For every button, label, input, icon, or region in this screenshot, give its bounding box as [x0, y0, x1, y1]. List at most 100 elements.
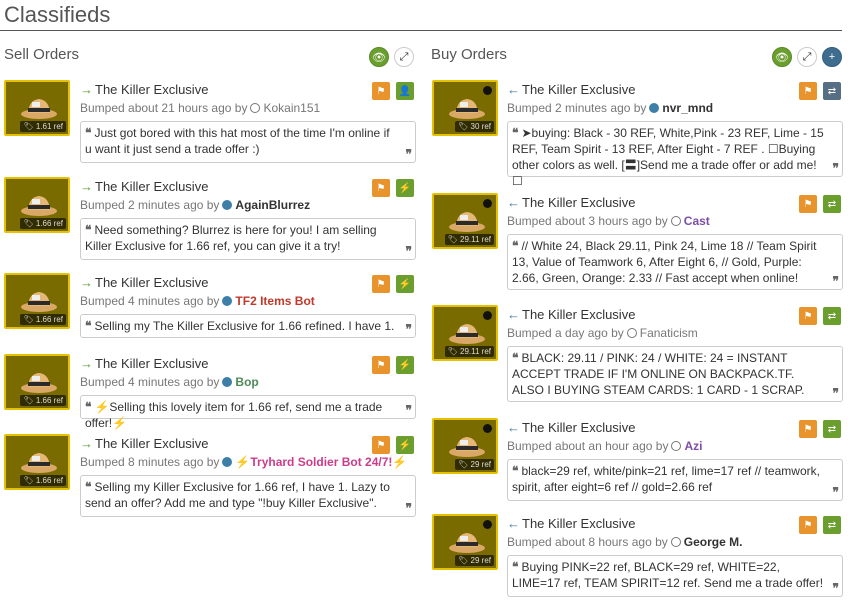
expand-icon[interactable]: ⤢: [394, 47, 414, 67]
bumped-line: Bumped 4 minutes ago by TF2 Items Bot: [80, 294, 315, 308]
bumped-line: Bumped about 21 hours ago by Kokain151: [80, 101, 321, 115]
quote-open-icon: ❝: [512, 560, 519, 574]
item-thumbnail[interactable]: 🏷 29.11 ref: [432, 305, 498, 361]
hat-image: [21, 99, 57, 119]
quote-open-icon: ❝: [512, 239, 519, 253]
flag-button[interactable]: ⚑: [372, 82, 390, 100]
flag-button[interactable]: ⚑: [799, 516, 817, 534]
plus-icon[interactable]: +: [822, 47, 842, 67]
item-name[interactable]: → The Killer Exclusive: [80, 275, 208, 290]
lightning-icon: ⚡: [398, 359, 412, 371]
listing-message: ❝ BLACK: 29.11 / PINK: 24 / WHITE: 24 = I…: [507, 346, 843, 402]
price-badge: 🏷 1.66 ref: [20, 218, 66, 229]
price-badge: 🏷 1.66 ref: [20, 314, 66, 325]
item-name[interactable]: ← The Killer Exclusive: [507, 307, 635, 322]
flag-button[interactable]: ⚑: [372, 436, 390, 454]
hat-image: [449, 437, 485, 457]
item-name[interactable]: → The Killer Exclusive: [80, 436, 208, 451]
flag-button[interactable]: ⚑: [799, 307, 817, 325]
bumped-line: Bumped 4 minutes ago by Bop: [80, 375, 259, 389]
user-link[interactable]: Bop: [235, 375, 258, 389]
bumped-line: Bumped about 3 hours ago by Cast: [507, 214, 710, 228]
arrow-right-icon: →: [80, 356, 93, 371]
flag-button[interactable]: ⚑: [372, 179, 390, 197]
quote-open-icon: ❝: [85, 126, 92, 140]
flag-button[interactable]: ⚑: [799, 195, 817, 213]
tag-icon: 🏷: [23, 219, 34, 228]
user-link[interactable]: Azi: [684, 439, 702, 453]
expand-icon[interactable]: ⤢: [797, 47, 817, 67]
user-link[interactable]: TF2 Items Bot: [235, 294, 314, 308]
trade-button[interactable]: ⚡: [396, 179, 414, 197]
user-link[interactable]: George M.: [684, 535, 743, 549]
eye-icon[interactable]: 👁: [772, 47, 792, 67]
swap-icon: ⇄: [827, 519, 837, 531]
hat-image: [449, 212, 485, 232]
item-thumbnail[interactable]: 🏷 1.61 ref: [4, 80, 70, 136]
bumped-line: Bumped about 8 hours ago by George M.: [507, 535, 743, 549]
trade-button[interactable]: ⇄: [823, 516, 841, 534]
item-name[interactable]: → The Killer Exclusive: [80, 356, 208, 371]
trade-button[interactable]: ⇄: [823, 307, 841, 325]
item-name[interactable]: ← The Killer Exclusive: [507, 420, 635, 435]
offline-icon: [250, 103, 261, 113]
swap-icon: ⇄: [827, 423, 837, 435]
item-name[interactable]: ← The Killer Exclusive: [507, 82, 635, 97]
trade-button[interactable]: ⚡: [396, 356, 414, 374]
flag-button[interactable]: ⚑: [799, 420, 817, 438]
quote-close-icon: ❞: [405, 322, 412, 336]
quote-close-icon: ❞: [832, 161, 839, 175]
item-thumbnail[interactable]: 🏷 29.11 ref: [432, 193, 498, 249]
quote-close-icon: ❞: [832, 485, 839, 499]
trade-button[interactable]: ⇄: [823, 82, 841, 100]
trade-button[interactable]: ⇄: [823, 420, 841, 438]
arrow-right-icon: →: [80, 179, 93, 194]
listing-message: ❝ ⚡Selling this lovely item for 1.66 ref,…: [80, 395, 416, 430]
item-thumbnail[interactable]: 🏷 30 ref: [432, 80, 498, 136]
bumped-line: Bumped about an hour ago by Azi: [507, 439, 703, 453]
bumped-line: Bumped 8 minutes ago by ⚡Tryhard Soldier …: [80, 455, 408, 469]
online-icon: [222, 200, 233, 210]
flag-icon: ⚑: [803, 519, 813, 531]
item-name[interactable]: → The Killer Exclusive: [80, 179, 208, 194]
quote-close-icon: ❞: [405, 244, 412, 258]
item-name[interactable]: ← The Killer Exclusive: [507, 516, 635, 531]
price-badge: 🏷 29.11 ref: [444, 234, 494, 245]
flag-button[interactable]: ⚑: [372, 275, 390, 293]
user-link[interactable]: AgainBlurrez: [235, 198, 310, 212]
trade-button[interactable]: ⚡: [396, 275, 414, 293]
item-thumbnail[interactable]: 🏷 1.66 ref: [4, 434, 70, 490]
listing-message: ❝ Selling my The Killer Exclusive for 1.6…: [80, 314, 416, 338]
price-badge: 🏷 1.61 ref: [20, 121, 66, 132]
user-link[interactable]: Cast: [684, 214, 710, 228]
item-name[interactable]: ← The Killer Exclusive: [507, 195, 635, 210]
item-thumbnail[interactable]: 🏷 1.66 ref: [4, 273, 70, 329]
item-thumbnail[interactable]: 🏷 1.66 ref: [4, 177, 70, 233]
eye-icon[interactable]: 👁: [369, 47, 389, 67]
quote-open-icon: ❝: [85, 223, 92, 237]
paint-dot-icon: [483, 86, 492, 95]
trade-button[interactable]: ⚡: [396, 436, 414, 454]
flag-button[interactable]: ⚑: [799, 82, 817, 100]
trade-button[interactable]: ⇄: [823, 195, 841, 213]
add-friend-button[interactable]: 👤: [396, 82, 414, 100]
price-badge: 🏷 1.66 ref: [20, 395, 66, 406]
user-link[interactable]: Fanaticism: [640, 326, 698, 340]
item-thumbnail[interactable]: 🏷 1.66 ref: [4, 354, 70, 410]
quote-open-icon: ❝: [85, 319, 92, 333]
tag-icon: 🏷: [23, 396, 34, 405]
item-name[interactable]: → The Killer Exclusive: [80, 82, 208, 97]
arrow-left-icon: ←: [507, 82, 520, 97]
user-link[interactable]: ⚡Tryhard Soldier Bot 24/7!⚡: [235, 455, 407, 469]
bumped-line: Bumped a day ago by Fanaticism: [507, 326, 698, 340]
offline-icon: [671, 441, 682, 451]
user-link[interactable]: nvr_mnd: [662, 101, 713, 115]
flag-button[interactable]: ⚑: [372, 356, 390, 374]
buy-orders-heading: Buy Orders: [431, 46, 507, 63]
flag-icon: ⚑: [803, 85, 813, 97]
paint-dot-icon: [483, 520, 492, 529]
user-link[interactable]: Kokain151: [263, 101, 320, 115]
item-thumbnail[interactable]: 🏷 29 ref: [432, 514, 498, 570]
hat-image: [449, 324, 485, 344]
item-thumbnail[interactable]: 🏷 29 ref: [432, 418, 498, 474]
